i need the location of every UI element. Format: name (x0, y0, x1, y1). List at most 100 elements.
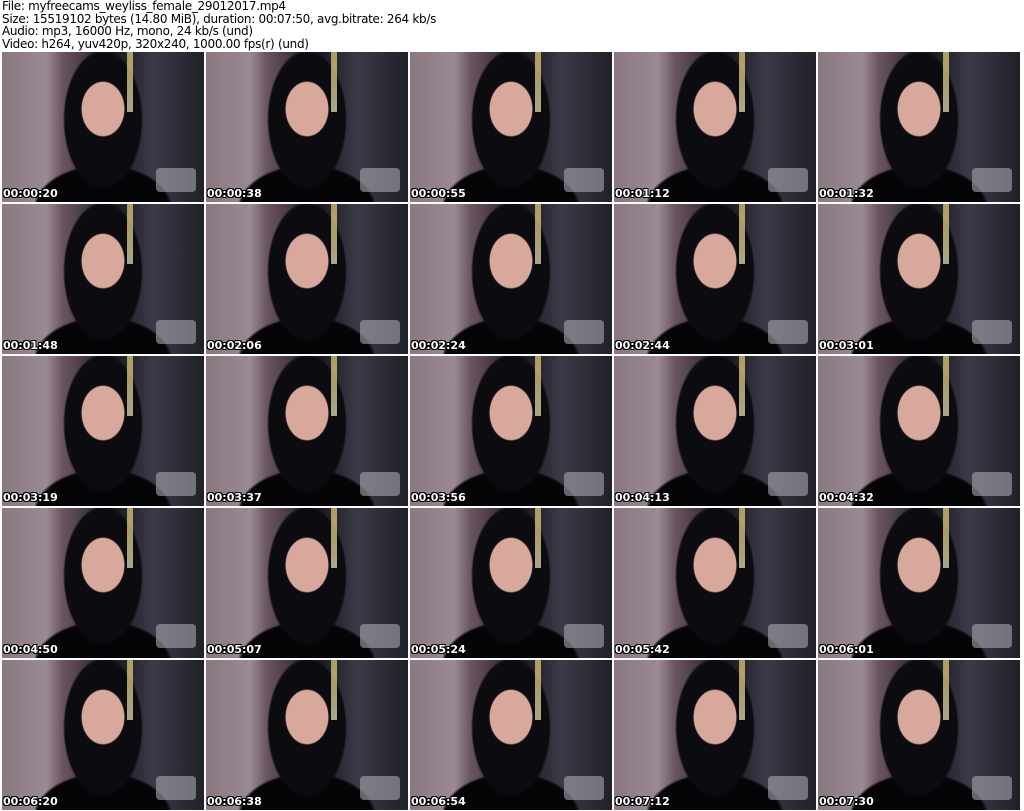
frame-timestamp: 00:03:37 (207, 491, 262, 504)
background-lights (943, 52, 950, 112)
background-lights (739, 52, 746, 112)
video-frame-thumbnail: 00:01:12 (614, 52, 816, 202)
frame-timestamp: 00:02:24 (411, 339, 466, 352)
frame-timestamp: 00:06:20 (3, 795, 58, 808)
background-decor (360, 320, 400, 344)
background-lights (739, 356, 746, 416)
background-decor (156, 776, 196, 800)
background-decor (768, 168, 808, 192)
video-frame-thumbnail: 00:06:54 (410, 660, 612, 810)
background-decor (768, 776, 808, 800)
frame-timestamp: 00:01:48 (3, 339, 58, 352)
video-frame-thumbnail: 00:02:06 (206, 204, 408, 354)
background-decor (156, 624, 196, 648)
background-decor (972, 624, 1012, 648)
background-lights (535, 356, 542, 416)
video-frame-thumbnail: 00:00:55 (410, 52, 612, 202)
frame-timestamp: 00:04:50 (3, 643, 58, 656)
frame-timestamp: 00:06:38 (207, 795, 262, 808)
background-lights (739, 508, 746, 568)
background-decor (564, 472, 604, 496)
video-frame-thumbnail: 00:06:01 (818, 508, 1020, 658)
background-decor (768, 624, 808, 648)
background-lights (739, 204, 746, 264)
video-frame-thumbnail: 00:01:48 (2, 204, 204, 354)
background-decor (360, 624, 400, 648)
background-lights (943, 204, 950, 264)
frame-timestamp: 00:04:32 (819, 491, 874, 504)
background-lights (127, 204, 134, 264)
background-decor (768, 472, 808, 496)
frame-timestamp: 00:02:44 (615, 339, 670, 352)
background-decor (972, 776, 1012, 800)
background-lights (127, 356, 134, 416)
video-frame-thumbnail: 00:05:07 (206, 508, 408, 658)
background-decor (768, 320, 808, 344)
video-frame-thumbnail: 00:07:30 (818, 660, 1020, 810)
frame-timestamp: 00:03:01 (819, 339, 874, 352)
background-lights (943, 356, 950, 416)
frame-timestamp: 00:02:06 (207, 339, 262, 352)
background-decor (972, 168, 1012, 192)
background-decor (360, 472, 400, 496)
background-lights (331, 660, 338, 720)
video-frame-thumbnail: 00:03:56 (410, 356, 612, 506)
frame-timestamp: 00:05:07 (207, 643, 262, 656)
frame-timestamp: 00:00:20 (3, 187, 58, 200)
background-decor (156, 320, 196, 344)
background-lights (127, 508, 134, 568)
video-frame-thumbnail: 00:07:12 (614, 660, 816, 810)
video-frame-thumbnail: 00:05:24 (410, 508, 612, 658)
frame-timestamp: 00:06:54 (411, 795, 466, 808)
frame-timestamp: 00:01:12 (615, 187, 670, 200)
background-decor (972, 472, 1012, 496)
video-frame-thumbnail: 00:04:13 (614, 356, 816, 506)
video-frame-thumbnail: 00:04:32 (818, 356, 1020, 506)
video-frame-thumbnail: 00:01:32 (818, 52, 1020, 202)
background-decor (564, 776, 604, 800)
frame-timestamp: 00:00:55 (411, 187, 466, 200)
video-frame-thumbnail: 00:03:37 (206, 356, 408, 506)
video-frame-thumbnail: 00:06:20 (2, 660, 204, 810)
frame-timestamp: 00:00:38 (207, 187, 262, 200)
frame-timestamp: 00:03:19 (3, 491, 58, 504)
background-lights (331, 508, 338, 568)
background-decor (564, 624, 604, 648)
background-lights (535, 508, 542, 568)
video-frame-thumbnail: 00:03:19 (2, 356, 204, 506)
background-lights (331, 356, 338, 416)
background-decor (360, 168, 400, 192)
video-frame-thumbnail: 00:02:44 (614, 204, 816, 354)
video-frame-thumbnail: 00:04:50 (2, 508, 204, 658)
video-frame-thumbnail: 00:06:38 (206, 660, 408, 810)
video-frame-thumbnail: 00:02:24 (410, 204, 612, 354)
audio-info: Audio: mp3, 16000 Hz, mono, 24 kb/s (und… (2, 24, 253, 38)
background-lights (535, 52, 542, 112)
background-decor (156, 472, 196, 496)
background-lights (535, 204, 542, 264)
file-info-header: File: myfreecams_weyliss_female_29012017… (2, 0, 436, 50)
background-lights (127, 660, 134, 720)
video-frame-thumbnail: 00:00:20 (2, 52, 204, 202)
video-info: Video: h264, yuv420p, 320x240, 1000.00 f… (2, 36, 309, 51)
thumbnail-grid: 00:00:20 00:00:38 00:00:55 00:01:12 00:01:32… (2, 52, 1020, 810)
frame-timestamp: 00:01:32 (819, 187, 874, 200)
frame-timestamp: 00:03:56 (411, 491, 466, 504)
background-decor (972, 320, 1012, 344)
background-lights (331, 204, 338, 264)
background-lights (331, 52, 338, 112)
file-name: File: myfreecams_weyliss_female_29012017… (2, 0, 286, 13)
frame-timestamp: 00:04:13 (615, 491, 670, 504)
background-decor (564, 168, 604, 192)
video-frame-thumbnail: 00:03:01 (818, 204, 1020, 354)
background-lights (739, 660, 746, 720)
frame-timestamp: 00:05:24 (411, 643, 466, 656)
frame-timestamp: 00:06:01 (819, 643, 874, 656)
background-lights (943, 508, 950, 568)
frame-timestamp: 00:05:42 (615, 643, 670, 656)
background-lights (943, 660, 950, 720)
frame-timestamp: 00:07:30 (819, 795, 874, 808)
background-decor (360, 776, 400, 800)
background-lights (127, 52, 134, 112)
video-frame-thumbnail: 00:05:42 (614, 508, 816, 658)
